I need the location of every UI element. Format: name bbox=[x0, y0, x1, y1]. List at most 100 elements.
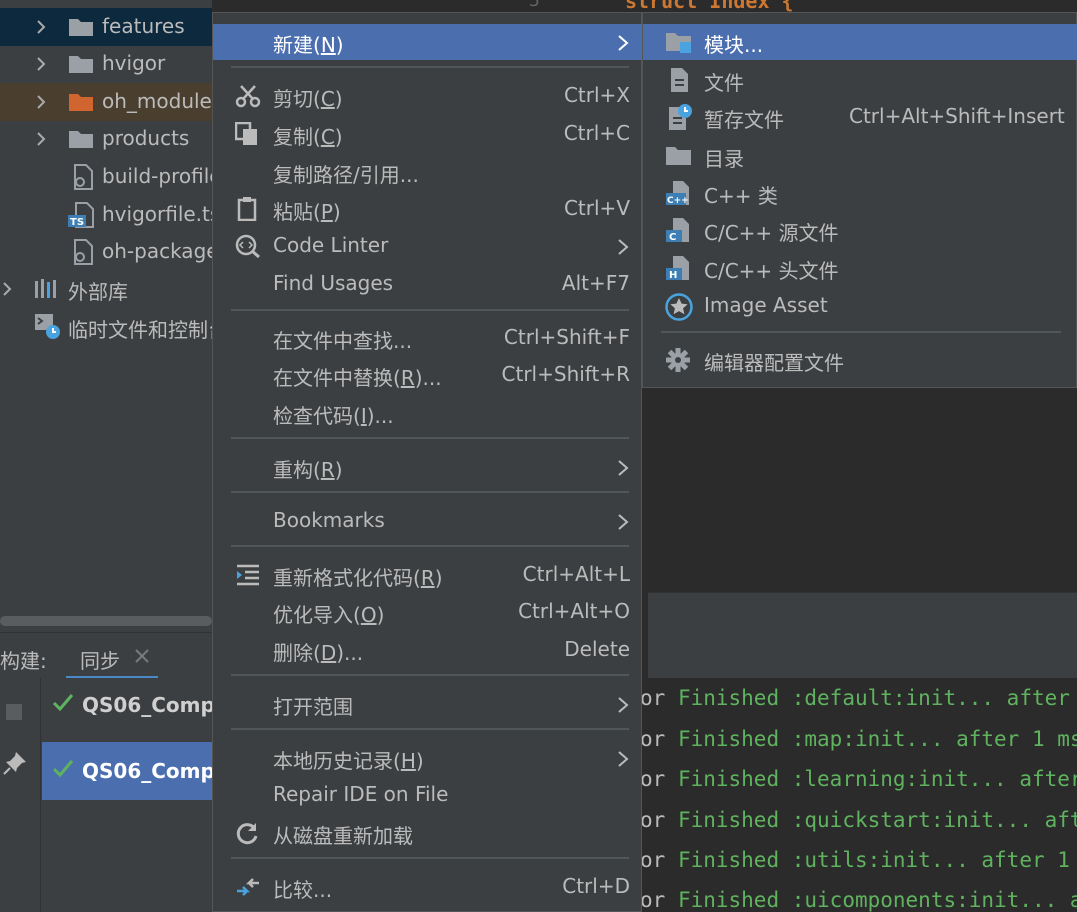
tree-item-scratches[interactable]: 临时文件和控制台 bbox=[0, 308, 212, 346]
menu-item-copy[interactable]: 复制(C) Ctrl+C bbox=[213, 116, 643, 152]
build-toolbar bbox=[0, 678, 41, 912]
tree-item-oh-modules[interactable]: oh_modules bbox=[0, 83, 212, 121]
new-submenu: 模块... 文件 暂存文件 Ctrl+Alt+Shift+Insert 目录 C… bbox=[642, 12, 1077, 388]
menu-item-copy-path[interactable]: 复制路径/引用... bbox=[213, 154, 643, 190]
menu-separator bbox=[231, 66, 629, 68]
submenu-item-directory[interactable]: 目录 bbox=[643, 138, 1077, 174]
editor-area[interactable] bbox=[648, 388, 1077, 592]
build-row[interactable]: QS06_ComponentCollection bbox=[42, 676, 212, 734]
submenu-item-editorconfig[interactable]: 编辑器配置文件 bbox=[643, 342, 1077, 378]
menu-item-refactor[interactable]: 重构(R) bbox=[213, 449, 643, 485]
line-number: 5 bbox=[529, 0, 540, 11]
menu-item-local-history[interactable]: 本地历史记录(H) bbox=[213, 740, 643, 776]
clipboard-icon bbox=[235, 197, 261, 222]
menu-item-compare[interactable]: 比较... Ctrl+D bbox=[213, 869, 643, 905]
tree-item-features[interactable]: features bbox=[0, 8, 212, 46]
submenu-item-scratch-file[interactable]: 暂存文件 Ctrl+Alt+Shift+Insert bbox=[643, 99, 1077, 135]
menu-separator bbox=[231, 309, 629, 311]
tree-item-products[interactable]: products bbox=[0, 120, 212, 158]
tree-item-label: features bbox=[102, 14, 185, 38]
tab-sync[interactable]: 同步 bbox=[80, 645, 120, 674]
build-row-selected[interactable]: QS06_ComponentCollection bbox=[42, 742, 212, 800]
console-line: or Finished :utils:init... after 1 ms bbox=[640, 848, 1077, 872]
menu-separator bbox=[231, 674, 629, 676]
cpp-class-icon: C++ bbox=[665, 180, 693, 206]
submenu-item-file[interactable]: 文件 bbox=[643, 62, 1077, 98]
menu-separator bbox=[231, 857, 629, 859]
menu-item-open-in[interactable]: 打开范围 bbox=[213, 686, 643, 722]
menu-item-optimize-imports[interactable]: 优化导入(O) Ctrl+Alt+O bbox=[213, 594, 643, 630]
chevron-right-icon[interactable] bbox=[34, 132, 48, 146]
tree-item-build-profile[interactable]: build-profile.json5 bbox=[0, 158, 212, 196]
c-header-icon: H bbox=[665, 255, 693, 281]
menu-item-find-in-files[interactable]: 在文件中查找... Ctrl+Shift+F bbox=[213, 320, 643, 356]
menu-item-new[interactable]: 新建(N) bbox=[213, 24, 643, 60]
library-icon bbox=[34, 278, 60, 300]
submenu-item-image-asset[interactable]: Image Asset bbox=[643, 288, 1077, 324]
chevron-right-icon[interactable] bbox=[34, 95, 48, 109]
submenu-item-module[interactable]: 模块... bbox=[643, 24, 1077, 60]
menu-separator bbox=[231, 545, 629, 547]
submenu-item-cpp-class[interactable]: C++ C++ 类 bbox=[643, 175, 1077, 211]
pin-icon[interactable] bbox=[2, 750, 28, 780]
menu-item-reload-from-disk[interactable]: 从磁盘重新加载 bbox=[213, 815, 643, 851]
console-line: or Finished :map:init... after 1 ms bbox=[640, 727, 1077, 751]
build-label: 构建: bbox=[0, 649, 47, 673]
console-line: or Finished :uicomponents:init... after … bbox=[640, 888, 1077, 912]
reformat-icon bbox=[235, 563, 261, 587]
build-tool-window-header: 构建: 同步 bbox=[0, 632, 212, 679]
context-menu: 新建(N) 剪切(C) Ctrl+X 复制(C) Ctrl+C 复制路径/引用.… bbox=[212, 12, 643, 912]
close-icon[interactable] bbox=[133, 647, 151, 669]
editor-status-strip bbox=[648, 592, 1077, 631]
submenu-item-c-header[interactable]: H C/C++ 头文件 bbox=[643, 250, 1077, 286]
chevron-right-icon[interactable] bbox=[34, 57, 48, 71]
menu-item-code-linter[interactable]: Code Linter bbox=[213, 228, 643, 264]
chevron-right-icon bbox=[617, 695, 629, 719]
folder-orange-icon bbox=[68, 91, 94, 113]
chevron-right-icon bbox=[617, 458, 629, 482]
tree-item-label: hvigorfile.ts bbox=[102, 202, 212, 226]
submenu-item-c-source[interactable]: C C/C++ 源文件 bbox=[643, 212, 1077, 248]
code-linter-icon bbox=[235, 234, 261, 259]
tree-item-hvigor[interactable]: hvigor bbox=[0, 45, 212, 83]
checkmark-icon bbox=[52, 693, 74, 718]
tree-item-label: hvigor bbox=[102, 51, 166, 75]
menu-separator bbox=[661, 331, 1061, 333]
scratches-icon bbox=[34, 312, 60, 339]
menu-item-find-usages[interactable]: Find Usages Alt+F7 bbox=[213, 266, 643, 302]
tree-item-hvigorfile[interactable]: TS hvigorfile.ts bbox=[0, 196, 212, 234]
tree-item-oh-package[interactable]: oh-package.json5 bbox=[0, 233, 212, 271]
c-source-icon: C bbox=[665, 217, 693, 243]
project-tree: features hvigor oh_modules products buil… bbox=[0, 0, 212, 612]
chevron-right-icon[interactable] bbox=[34, 20, 48, 34]
tree-item-label: 外部库 bbox=[68, 280, 128, 304]
menu-item-cut[interactable]: 剪切(C) Ctrl+X bbox=[213, 78, 643, 114]
chevron-right-icon bbox=[617, 749, 629, 773]
menu-item-replace-in-files[interactable]: 在文件中替换(R)... Ctrl+Shift+R bbox=[213, 357, 643, 393]
menu-item-delete[interactable]: 删除(D)... Delete bbox=[213, 632, 643, 668]
chevron-right-icon[interactable] bbox=[0, 282, 14, 296]
scissors-icon bbox=[235, 84, 261, 108]
image-asset-icon bbox=[665, 293, 693, 321]
tree-item-external-libraries[interactable]: 外部库 bbox=[0, 270, 212, 308]
tree-item-label: build-profile.json5 bbox=[102, 164, 212, 188]
svg-text:C: C bbox=[669, 232, 676, 243]
chevron-right-icon bbox=[617, 33, 629, 57]
build-console[interactable]: or Finished :default:init... after 1 ms … bbox=[640, 678, 1077, 912]
menu-item-bookmarks[interactable]: Bookmarks bbox=[213, 503, 643, 539]
console-header bbox=[648, 630, 1077, 678]
console-line: or Finished :learning:init... after 1 ms bbox=[640, 767, 1077, 791]
svg-text:H: H bbox=[669, 270, 677, 281]
refresh-icon bbox=[235, 821, 261, 845]
chevron-right-icon bbox=[617, 237, 629, 261]
file-icon bbox=[665, 67, 693, 93]
menu-separator bbox=[231, 437, 629, 439]
menu-item-repair-ide[interactable]: Repair IDE on File bbox=[213, 777, 643, 813]
menu-item-paste[interactable]: 粘贴(P) Ctrl+V bbox=[213, 191, 643, 227]
menu-item-reformat-code[interactable]: 重新格式化代码(R) Ctrl+Alt+L bbox=[213, 557, 643, 593]
menu-item-inspect-code[interactable]: 检查代码(I)... bbox=[213, 395, 643, 431]
ts-file-icon: TS bbox=[68, 202, 94, 228]
horizontal-scrollbar[interactable] bbox=[0, 612, 212, 632]
scratch-file-icon bbox=[665, 104, 693, 130]
stop-icon[interactable] bbox=[4, 702, 24, 726]
